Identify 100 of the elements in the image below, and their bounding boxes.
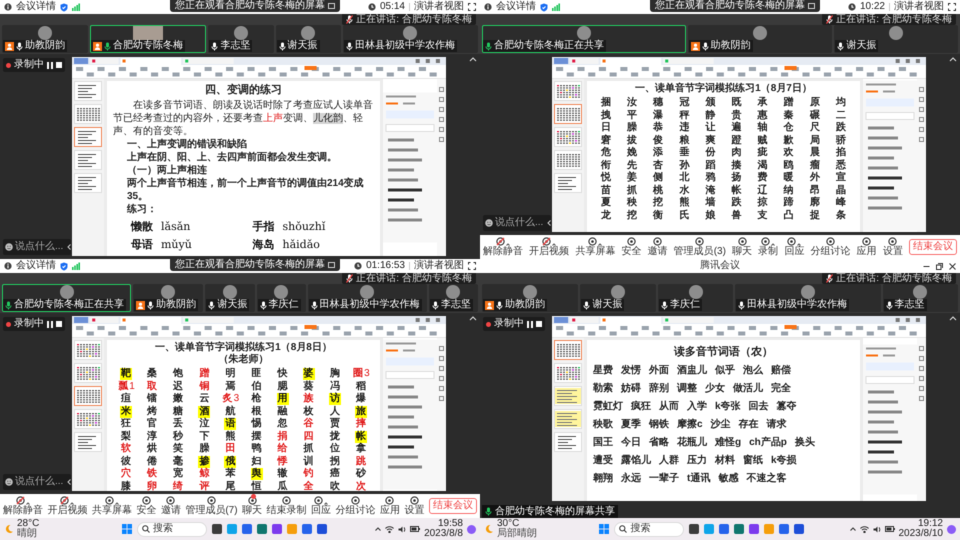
caret-up-icon[interactable] (771, 243, 776, 246)
caret-up-icon[interactable] (598, 243, 602, 246)
caret-up-icon[interactable] (114, 502, 119, 505)
participant-tile[interactable]: 谢天振 (205, 284, 255, 312)
chat-input[interactable]: 说点什么... (495, 217, 545, 229)
toolbar-button[interactable]: 邀请 (160, 495, 181, 517)
toolbar-button[interactable]: 结束录制 (266, 495, 307, 517)
chevron-left-icon[interactable] (547, 220, 551, 226)
app-icon[interactable] (272, 524, 282, 534)
toolbar-button[interactable]: 聊天 (242, 495, 262, 517)
chevron-left-icon[interactable] (67, 479, 71, 485)
fullscreen-icon[interactable] (468, 3, 476, 11)
windows-start-icon[interactable] (122, 524, 132, 534)
participant-tile[interactable]: 谢天振 (834, 25, 958, 53)
toolbar-button[interactable]: 设置 (404, 495, 424, 517)
pause-icon[interactable] (47, 320, 53, 328)
speaker-view-button[interactable]: 演讲者视图 (414, 0, 464, 14)
collapse-chevron-icon[interactable] (949, 315, 957, 321)
toolbar-button[interactable]: 安全 (136, 495, 156, 517)
participant-tile[interactable]: 李志坚 (882, 284, 958, 312)
caret-up-icon[interactable] (70, 502, 74, 505)
window-icon[interactable] (328, 3, 335, 9)
app-icon[interactable] (242, 524, 252, 534)
caret-up-icon[interactable] (324, 502, 328, 505)
collapse-chevron-icon[interactable] (469, 56, 477, 62)
end-meeting-button[interactable]: 结束会议 (908, 239, 957, 255)
toolbar-button[interactable]: 分组讨论 (335, 495, 376, 517)
pause-icon[interactable] (527, 320, 533, 328)
toolbar-button[interactable]: 设置 (882, 236, 903, 258)
notification-icon[interactable] (467, 524, 476, 534)
participant-tile[interactable]: 合肥幼专陈冬梅 (90, 25, 206, 53)
app-icon[interactable] (719, 524, 730, 534)
chevron-up-icon[interactable] (850, 527, 856, 531)
participant-tile[interactable]: 助教阴韵 (688, 25, 832, 53)
chat-input[interactable]: 说点什么... (15, 241, 65, 253)
participant-tile[interactable]: 谢天振 (276, 25, 341, 53)
slide-thumbnail[interactable] (554, 340, 582, 360)
app-icon[interactable] (317, 524, 328, 534)
toolbar-button[interactable]: 邀请 (648, 236, 668, 258)
meeting-details-link[interactable]: 会议详情 (16, 0, 56, 14)
search-field[interactable]: 搜索 (137, 522, 208, 536)
toolbar-button[interactable]: 安全 (621, 236, 642, 258)
smiley-icon[interactable] (5, 243, 13, 251)
toolbar-button[interactable]: 共享屏幕 (575, 236, 616, 258)
slide-thumbnail[interactable] (554, 104, 582, 124)
toolbar-button[interactable]: 共享屏幕 (92, 495, 132, 517)
window-icon[interactable] (328, 262, 335, 268)
collapse-chevron-icon[interactable] (469, 315, 477, 321)
fullscreen-icon[interactable] (468, 262, 476, 270)
shield-icon[interactable] (60, 2, 68, 12)
app-icon[interactable] (257, 524, 268, 534)
toolbar-button[interactable]: 录制 (758, 236, 778, 258)
chat-field[interactable]: 说点什么... (483, 215, 551, 231)
app-icon[interactable] (302, 524, 312, 534)
app-icon[interactable] (749, 524, 760, 534)
participant-tile[interactable]: 助教阴韵 (2, 25, 88, 53)
caret-up-icon[interactable] (506, 243, 510, 246)
close-icon[interactable] (949, 262, 956, 270)
participant-tile[interactable]: 助教阴韵 (482, 284, 578, 312)
participant-tile[interactable]: 李庆仁 (658, 284, 734, 312)
participant-tile[interactable]: 李庆仁 (256, 284, 306, 312)
app-icon[interactable] (794, 524, 804, 534)
app-icon[interactable] (212, 524, 222, 534)
slide-thumbnail[interactable] (74, 386, 102, 406)
participant-tile[interactable]: 李志坚 (208, 25, 274, 53)
caret-up-icon[interactable] (797, 243, 802, 246)
app-icon[interactable] (779, 524, 790, 534)
participant-tile[interactable]: 谢天振 (580, 284, 656, 312)
caret-up-icon[interactable] (552, 243, 556, 246)
restore-icon[interactable] (936, 262, 943, 270)
participant-tile[interactable]: 田林县初级中学农作梅 (308, 284, 427, 312)
toolbar-button[interactable]: 开启视频 (529, 236, 570, 258)
shield-icon[interactable] (60, 262, 68, 270)
chat-field[interactable]: 说点什么... (3, 474, 71, 490)
pause-icon[interactable] (47, 62, 53, 68)
chevron-up-icon[interactable] (375, 527, 382, 531)
search-input[interactable]: 搜索 (153, 523, 194, 535)
toolbar-button[interactable]: 应用 (856, 236, 877, 258)
participant-tile[interactable]: 李志坚 (428, 284, 478, 312)
chat-field[interactable]: 说点什么... (3, 239, 71, 255)
participant-tile[interactable]: 助教阴韵 (133, 284, 204, 312)
search-field[interactable]: 搜索 (614, 522, 684, 536)
smiley-icon[interactable] (485, 219, 493, 227)
notification-icon[interactable] (947, 524, 956, 534)
shield-icon[interactable] (540, 2, 548, 12)
windows-start-icon[interactable] (599, 524, 610, 534)
search-input[interactable]: 搜索 (630, 523, 670, 535)
speaker-view-button[interactable]: 演讲者视图 (894, 0, 944, 14)
end-meeting-button[interactable]: 结束会议 (428, 498, 477, 514)
toolbar-button[interactable]: 聊天 (732, 236, 752, 258)
fullscreen-icon[interactable] (948, 3, 956, 11)
smiley-icon[interactable] (5, 478, 13, 486)
slide-thumbnail[interactable] (74, 127, 102, 147)
toolbar-button[interactable]: 解除静音 (483, 236, 523, 258)
toolbar-button[interactable]: 应用 (380, 495, 400, 517)
chat-input[interactable]: 说点什么... (15, 476, 65, 488)
participant-tile[interactable]: 田林县初级中学农作梅 (735, 284, 881, 312)
toolbar-button[interactable]: 回应 (784, 236, 804, 258)
toolbar-button[interactable]: 解除静音 (3, 495, 43, 517)
caret-up-icon[interactable] (26, 502, 30, 505)
